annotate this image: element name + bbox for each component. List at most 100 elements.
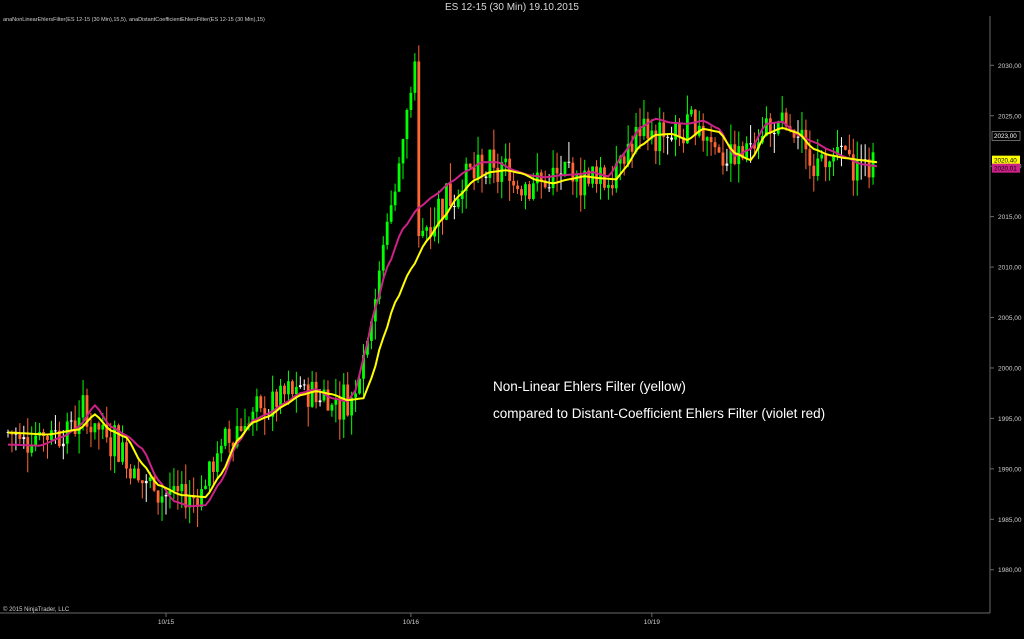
candle-body: [721, 152, 725, 166]
candle-body: [338, 398, 342, 420]
candle-body: [93, 423, 97, 433]
candle-body: [215, 453, 219, 472]
candle-body: [678, 123, 681, 138]
candle-body: [401, 139, 405, 164]
candle-body: [484, 176, 488, 178]
candle-body: [535, 172, 539, 184]
candle-body: [208, 461, 211, 486]
candle-body: [393, 191, 397, 206]
candle-body: [468, 163, 472, 168]
candle-body: [666, 136, 670, 138]
candle-body: [563, 161, 567, 176]
candle-body: [449, 183, 452, 207]
candle-body: [452, 206, 456, 208]
candle-body: [520, 189, 523, 196]
candle-body: [330, 404, 334, 411]
candle-body: [101, 424, 105, 430]
price-tag-label: 2020,01: [994, 165, 1017, 172]
candle-body: [46, 436, 49, 441]
candle-body: [310, 381, 314, 407]
candle-body: [239, 426, 243, 432]
candle-body: [109, 437, 113, 457]
candle-body: [275, 391, 278, 408]
candle-body: [824, 154, 828, 168]
candle-body: [140, 480, 144, 484]
candle-body: [259, 396, 263, 409]
candle-body: [772, 133, 776, 135]
candle-body: [456, 199, 460, 207]
candle-body: [81, 395, 85, 418]
candle-body: [808, 149, 812, 166]
candle-body: [492, 149, 496, 168]
candle-body: [294, 387, 298, 395]
candle-body: [354, 393, 357, 398]
candle-body: [34, 435, 38, 446]
candle-body: [212, 461, 215, 472]
candle-body: [97, 423, 101, 430]
time-tick-label: 10/19: [644, 619, 661, 626]
price-tick-label: 1980,00: [998, 567, 1022, 574]
candle-body: [531, 183, 535, 199]
candle-body: [133, 468, 136, 479]
candle-body: [283, 385, 286, 395]
candle-body: [689, 109, 693, 115]
candle-body: [413, 61, 417, 93]
price-tick-label: 1995,00: [998, 416, 1022, 423]
copyright-text: © 2015 NinjaTrader, LLC: [3, 607, 70, 613]
candle-body: [654, 130, 658, 152]
candle-body: [472, 167, 476, 179]
candle-body: [780, 112, 784, 122]
candle-body: [204, 485, 207, 490]
candle-body: [136, 468, 140, 481]
candle-body: [591, 166, 594, 184]
candle-body: [121, 442, 124, 462]
candle-body: [425, 227, 429, 231]
candle-body: [820, 154, 824, 159]
price-chart[interactable]: 1980,00 1985,00 1990,00 1995,00 2000,00 2005,…: [0, 0, 1024, 639]
candle-body: [496, 167, 500, 182]
candle-body: [397, 163, 401, 192]
candle-body: [607, 184, 610, 188]
chart-window: ES 12-15 (30 Min) 19.10.2015 anaNonLinea…: [0, 0, 1024, 639]
candle-body: [61, 443, 65, 447]
candle-body: [298, 385, 302, 388]
candle-body: [176, 486, 180, 492]
candle-body: [630, 143, 634, 152]
distant-coefficient-filter-line: [7, 117, 878, 508]
candle-body: [555, 167, 559, 174]
candle-body: [219, 445, 223, 454]
candle-body: [610, 184, 614, 189]
candle-body: [164, 494, 168, 497]
candle-body: [516, 185, 519, 190]
candle-body: [828, 161, 831, 168]
candle-body: [622, 156, 626, 164]
candle-body: [567, 161, 571, 163]
candle-body: [847, 149, 851, 155]
price-tick-label: 2030,00: [998, 63, 1022, 70]
time-tick-label: 10/16: [403, 619, 420, 626]
candle-body: [421, 230, 425, 237]
candle-body: [796, 136, 800, 138]
candle-body: [512, 180, 515, 186]
candle-body: [717, 147, 721, 153]
candle-body: [144, 480, 148, 484]
candle-body: [389, 205, 393, 222]
candle-body: [318, 400, 322, 403]
annotation-comparison: compared to Distant-Coefficient Ehlers F…: [493, 406, 826, 421]
candle-body: [476, 154, 480, 179]
candle-body: [172, 486, 176, 491]
price-tick-label: 2005,00: [998, 315, 1022, 322]
candle-body: [69, 420, 73, 422]
candle-body: [342, 384, 346, 420]
candle-body: [816, 158, 820, 177]
candle-body: [674, 123, 677, 140]
candle-body: [22, 437, 26, 440]
candle-body: [713, 142, 717, 148]
candle-body: [768, 118, 772, 134]
candle-body: [223, 428, 227, 446]
candle-body: [160, 496, 164, 503]
candle-body: [180, 484, 184, 492]
candle-body: [725, 163, 729, 166]
annotation-nonlinear: Non-Linear Ehlers Filter (yellow): [493, 379, 686, 394]
candle-body: [749, 143, 752, 145]
